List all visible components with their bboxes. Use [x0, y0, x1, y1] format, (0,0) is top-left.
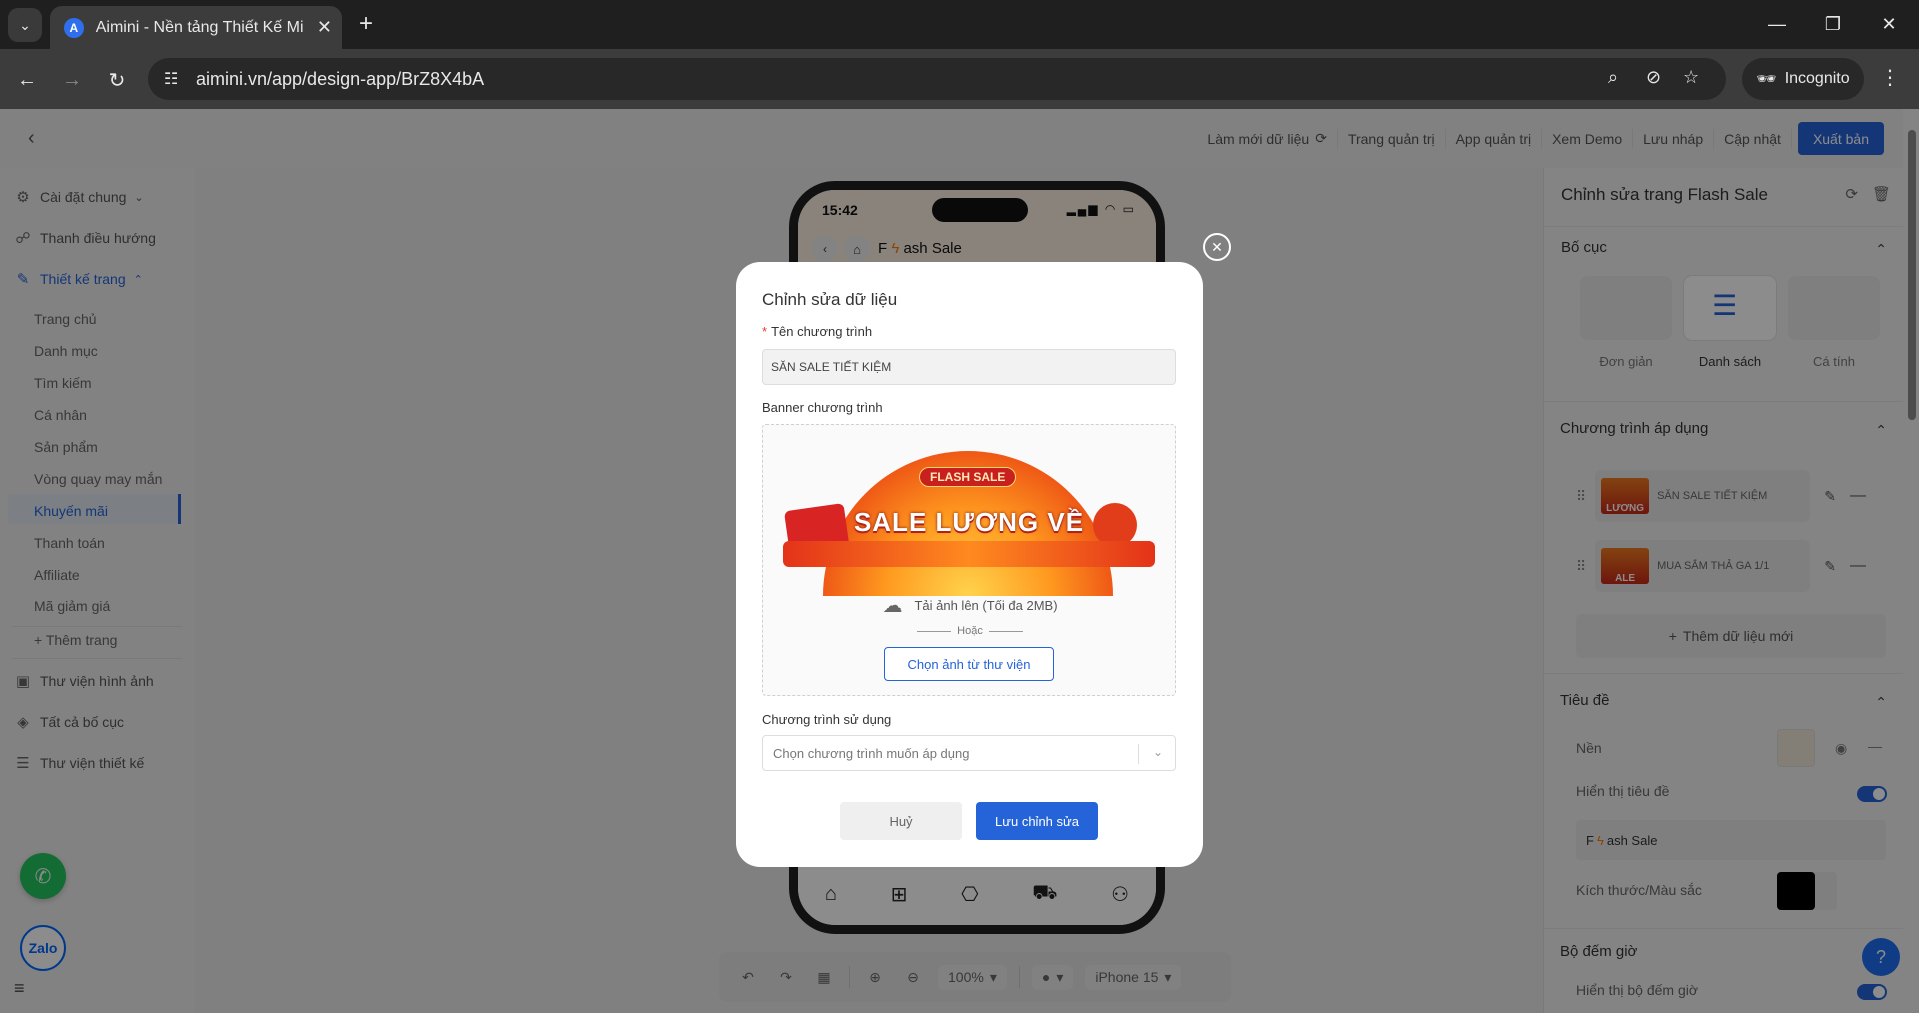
new-tab-button[interactable]: +: [352, 10, 380, 38]
usage-label: Chương trình sử dụng: [762, 712, 892, 727]
site-info-icon[interactable]: ☷: [164, 69, 178, 89]
close-modal-icon[interactable]: ✕: [1203, 233, 1231, 261]
address-bar[interactable]: ☷ aimini.vn/app/design-app/BrZ8X4bA ⌕ ⊘ …: [148, 58, 1726, 100]
browser-tab[interactable]: A Aimini - Nền tảng Thiết Kế Mini ✕: [50, 6, 342, 49]
program-name-input[interactable]: SĂN SALE TIẾT KIỆM: [762, 349, 1176, 385]
program-usage-select[interactable]: Chọn chương trình muốn áp dụng ⌄: [762, 735, 1176, 771]
restore-icon[interactable]: ❐: [1818, 10, 1848, 38]
banner-label: Banner chương trình: [762, 400, 883, 415]
or-divider: Hoặc: [763, 625, 1177, 637]
upload-text: Tải ảnh lên (Tối đa 2MB): [914, 598, 1058, 613]
zoom-icon[interactable]: ⌕: [1608, 67, 1618, 88]
window-close-icon[interactable]: ✕: [1874, 10, 1904, 38]
required-marker: *: [762, 324, 768, 339]
cloud-upload-icon: ☁: [882, 595, 903, 617]
cancel-button[interactable]: Huỷ: [840, 802, 962, 840]
browser-menu-icon[interactable]: ⋮: [1880, 65, 1900, 90]
tab-title: Aimini - Nền tảng Thiết Kế Mini: [95, 18, 303, 36]
banner-headline: SALE LƯƠNG VỀ: [853, 507, 1085, 537]
program-name-label: * Tên chương trình: [762, 324, 873, 339]
banner-upload-area[interactable]: FLASH SALE SALE LƯƠNG VỀ ☁ Tải ảnh lên (…: [762, 424, 1176, 696]
browser-toolbar: ← → ↻ ☷ aimini.vn/app/design-app/BrZ8X4b…: [0, 49, 1919, 109]
favicon-icon: A: [64, 17, 84, 38]
chevron-down-icon: ⌄: [1152, 745, 1163, 759]
star-icon[interactable]: ☆: [1683, 67, 1699, 88]
url-text: aimini.vn/app/design-app/BrZ8X4bA: [196, 69, 485, 89]
forward-icon[interactable]: →: [57, 65, 87, 95]
close-tab-icon[interactable]: ✕: [317, 17, 332, 38]
save-changes-button[interactable]: Lưu chỉnh sửa: [976, 802, 1098, 840]
tab-search-button[interactable]: ⌄: [8, 8, 42, 42]
back-icon[interactable]: ←: [12, 65, 42, 95]
choose-from-library-button[interactable]: Chọn ảnh từ thư viện: [884, 647, 1054, 681]
eye-off-icon[interactable]: ⊘: [1646, 67, 1661, 88]
reload-icon[interactable]: ↻: [102, 65, 132, 95]
divider-line: [917, 630, 952, 632]
select-divider: [1138, 744, 1139, 764]
modal-title: Chỉnh sửa dữ liệu: [762, 290, 898, 309]
chevron-down-icon: ⌄: [19, 16, 31, 33]
edit-data-modal: Chỉnh sửa dữ liệu * Tên chương trình SĂN …: [736, 262, 1203, 867]
minimize-icon[interactable]: —: [1762, 10, 1792, 38]
browser-tab-bar: ⌄ A Aimini - Nền tảng Thiết Kế Mini ✕ + …: [0, 0, 1919, 49]
banner-badge: FLASH SALE: [919, 467, 1017, 487]
incognito-icon: 🕶: [1756, 71, 1777, 88]
banner-image: FLASH SALE SALE LƯƠNG VỀ: [783, 441, 1155, 596]
banner-base: [783, 541, 1155, 567]
upload-row[interactable]: ☁ Tải ảnh lên (Tối đa 2MB): [763, 593, 1177, 618]
incognito-label: Incognito: [1784, 70, 1850, 87]
divider-line: [988, 630, 1023, 632]
incognito-badge[interactable]: 🕶 Incognito: [1742, 58, 1864, 100]
